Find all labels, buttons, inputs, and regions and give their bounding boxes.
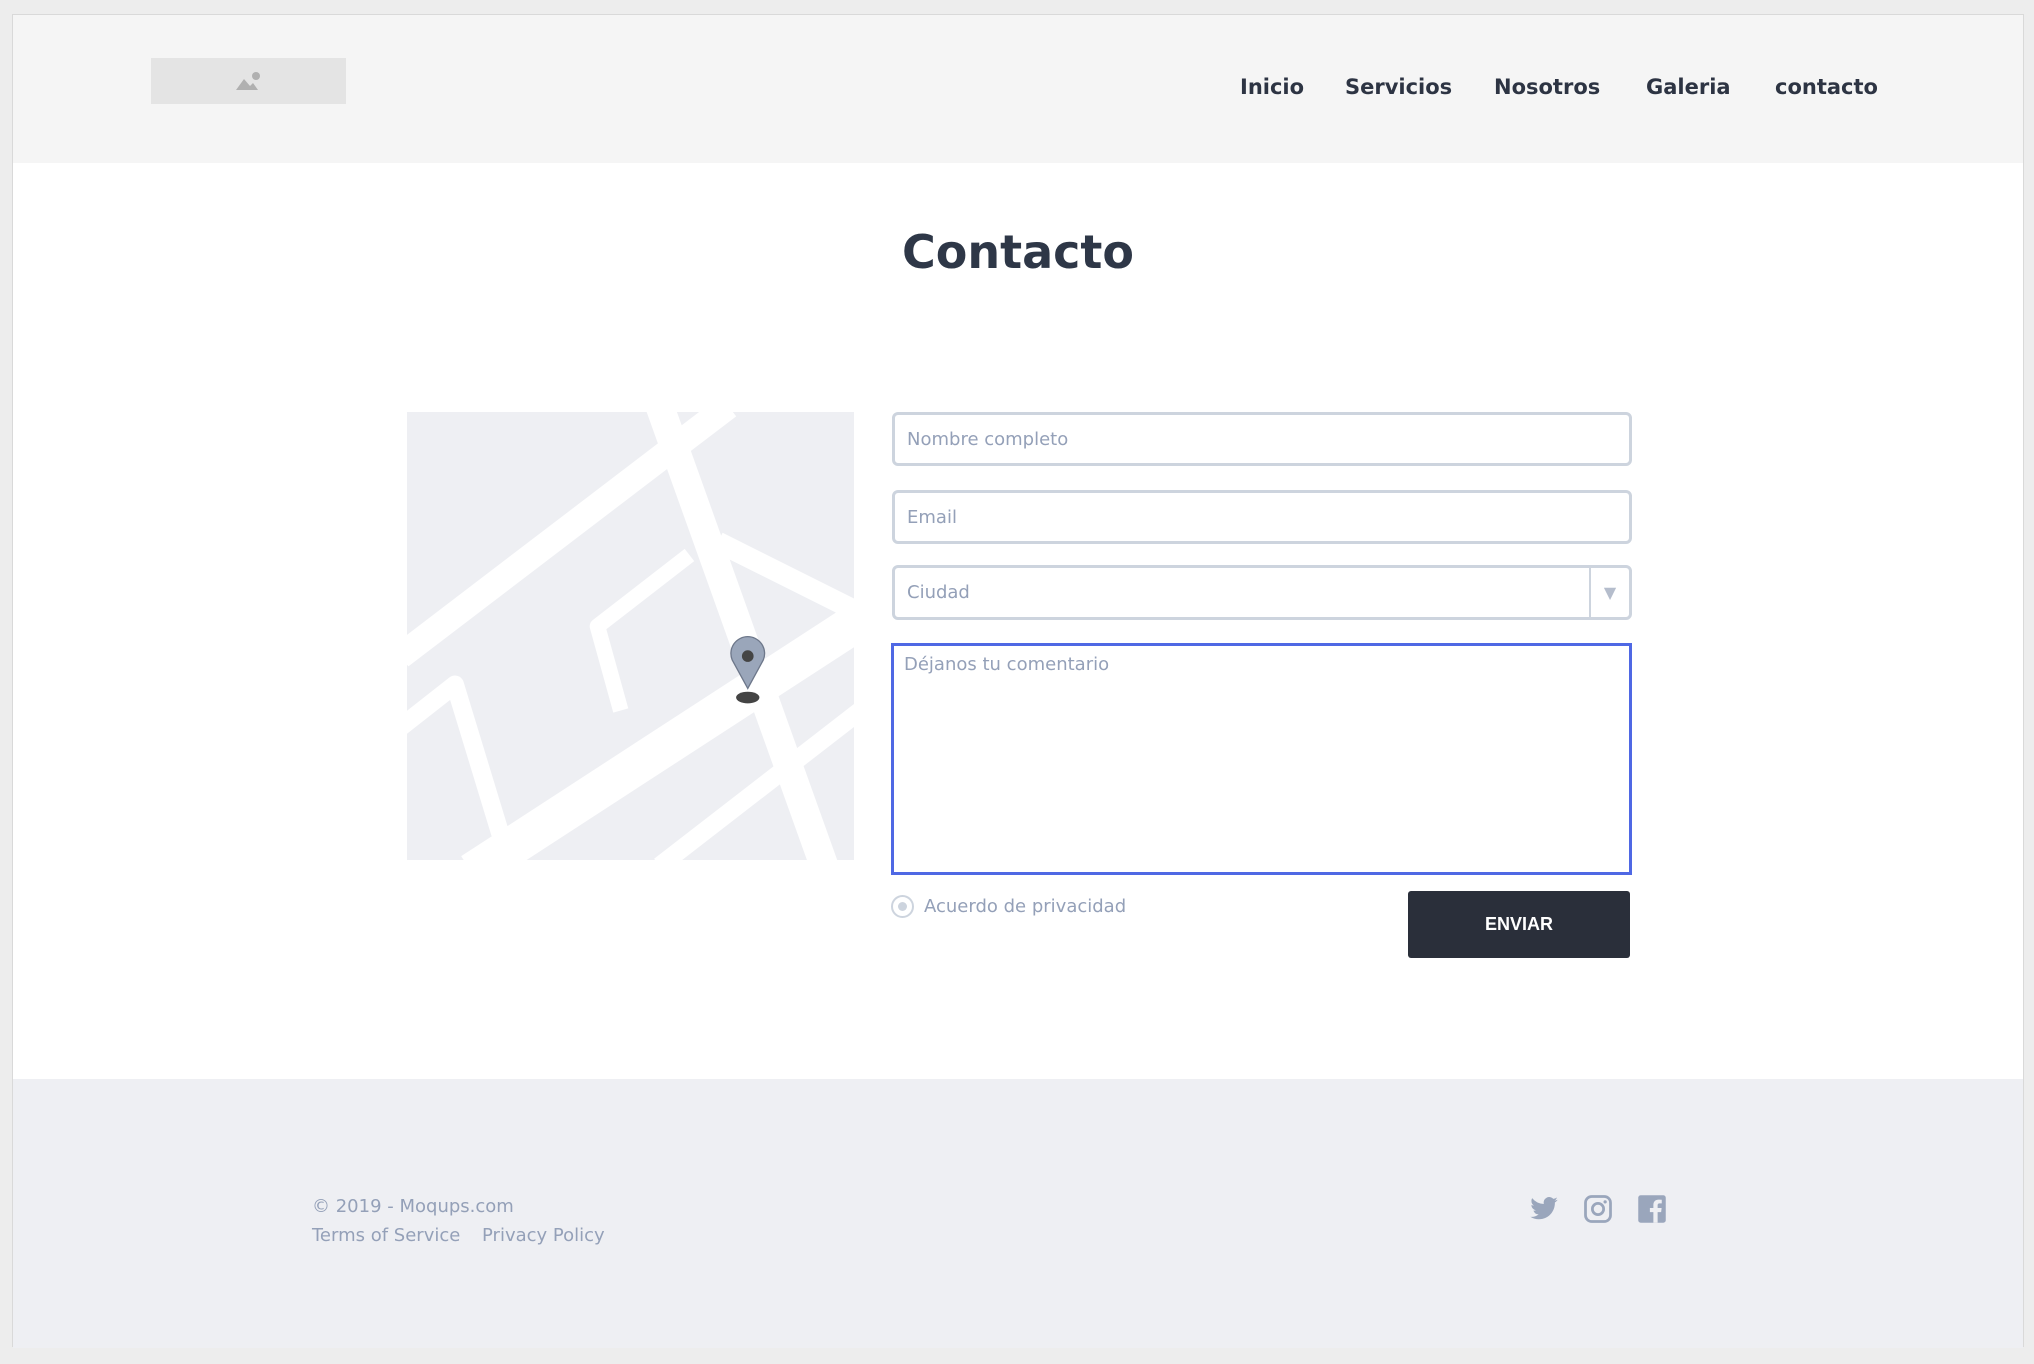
instagram-icon[interactable] bbox=[1583, 1194, 1613, 1224]
map-streets bbox=[407, 412, 854, 860]
submit-button[interactable]: ENVIAR bbox=[1408, 891, 1630, 958]
city-select[interactable]: Ciudad ▼ bbox=[892, 565, 1632, 620]
facebook-icon[interactable] bbox=[1637, 1194, 1667, 1224]
terms-link[interactable]: Terms of Service bbox=[312, 1225, 460, 1246]
privacy-agreement[interactable]: Acuerdo de privacidad bbox=[891, 895, 1126, 918]
email-placeholder: Email bbox=[907, 506, 957, 528]
nav-nosotros[interactable]: Nosotros bbox=[1494, 75, 1600, 99]
nav-inicio[interactable]: Inicio bbox=[1240, 75, 1304, 99]
name-placeholder: Nombre completo bbox=[907, 428, 1069, 450]
twitter-icon[interactable] bbox=[1529, 1194, 1559, 1224]
page: Inicio Servicios Nosotros Galeria contac… bbox=[12, 14, 2024, 1348]
name-input[interactable]: Nombre completo bbox=[892, 412, 1632, 466]
comment-placeholder: Déjanos tu comentario bbox=[904, 654, 1110, 675]
chevron-down-icon[interactable]: ▼ bbox=[1589, 568, 1629, 617]
privacy-link[interactable]: Privacy Policy bbox=[482, 1225, 605, 1246]
nav-contacto[interactable]: contacto bbox=[1775, 75, 1878, 99]
privacy-label: Acuerdo de privacidad bbox=[924, 896, 1127, 917]
map[interactable] bbox=[407, 412, 854, 860]
email-input[interactable]: Email bbox=[892, 490, 1632, 544]
privacy-radio[interactable] bbox=[891, 895, 914, 918]
city-placeholder: Ciudad bbox=[907, 582, 970, 603]
nav-servicios[interactable]: Servicios bbox=[1345, 75, 1452, 99]
copyright: © 2019 - Moqups.com bbox=[312, 1196, 514, 1217]
header: Inicio Servicios Nosotros Galeria contac… bbox=[13, 15, 2023, 163]
page-title: Contacto bbox=[902, 225, 1134, 279]
main-nav: Inicio Servicios Nosotros Galeria contac… bbox=[13, 75, 2023, 105]
nav-galeria[interactable]: Galeria bbox=[1646, 75, 1731, 99]
comment-textarea[interactable]: Déjanos tu comentario bbox=[891, 643, 1632, 875]
